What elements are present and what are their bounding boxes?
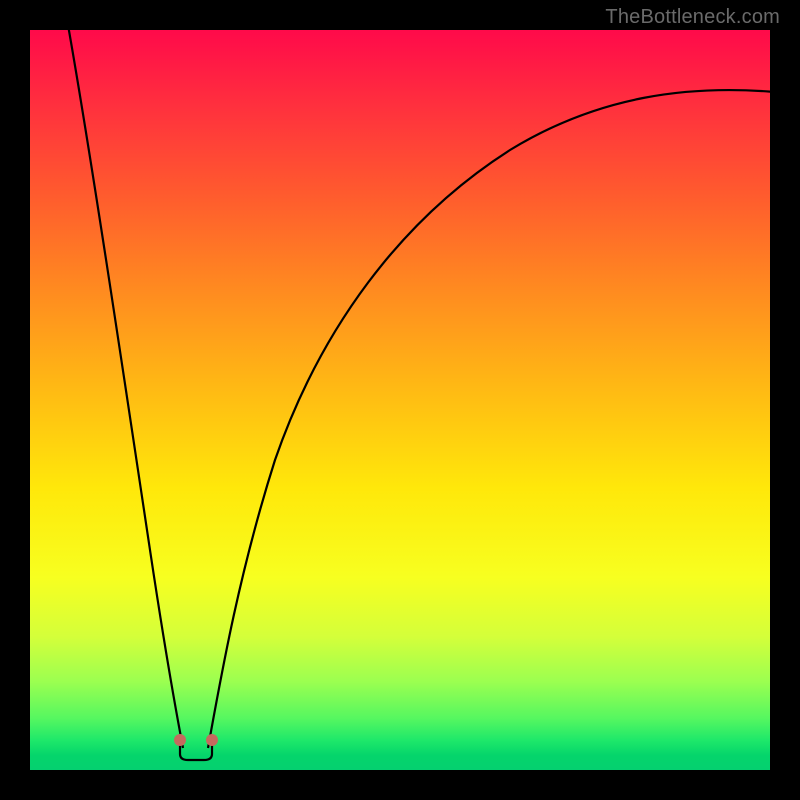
optimal-range-marker-left [174,734,186,746]
bottleneck-curve [30,30,770,770]
optimal-range-marker-right [206,734,218,746]
watermark-text: TheBottleneck.com [605,6,780,29]
curve-right-branch [208,90,770,748]
curve-left-branch [68,30,183,748]
chart-frame [30,30,770,770]
